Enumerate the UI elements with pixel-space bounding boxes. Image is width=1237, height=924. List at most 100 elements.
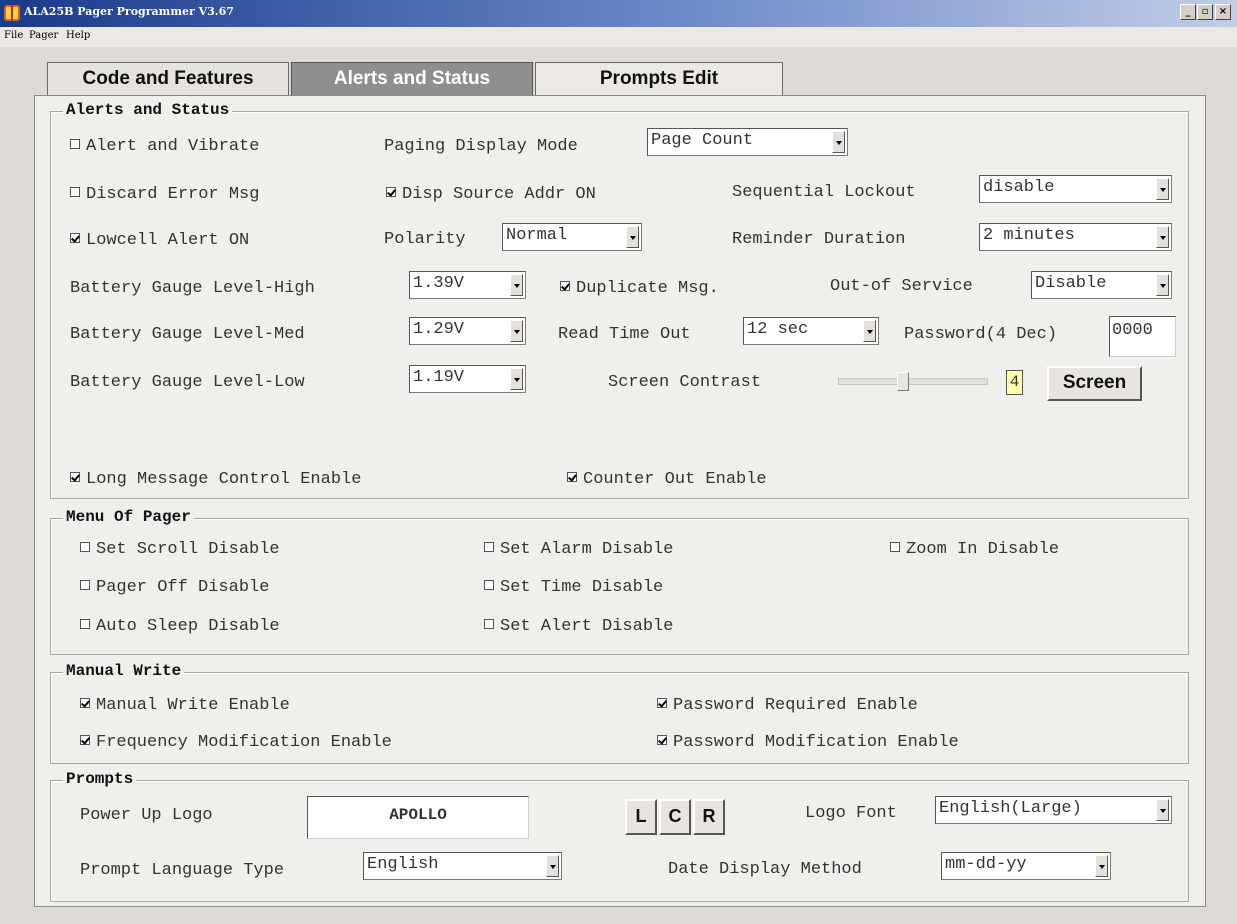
chevron-down-icon[interactable] [626,226,639,248]
chevron-down-icon[interactable] [1156,799,1169,821]
menu-help[interactable]: Help [66,30,90,41]
battery-high-select[interactable]: 1.39V [409,271,526,299]
pager-off-disable-checkbox[interactable]: Pager Off Disable [80,578,269,597]
checkbox-label: Set Alert Disable [500,617,674,636]
zoom-in-disable-checkbox[interactable]: Zoom In Disable [890,540,1059,559]
chevron-down-icon[interactable] [1156,226,1169,248]
select-value: 2 minutes [983,226,1075,245]
menu-bar: File Pager Help [0,27,1237,47]
select-value: 1.19V [413,368,465,387]
checkbox-box [657,735,667,745]
chevron-down-icon[interactable] [1095,855,1108,877]
select-value: 12 sec [747,320,809,339]
chevron-down-icon[interactable] [863,320,876,342]
checkbox-box [80,580,90,590]
align-right-button[interactable]: R [693,799,725,835]
set-time-disable-checkbox[interactable]: Set Time Disable [484,578,663,597]
close-button[interactable]: × [1215,4,1231,20]
checkbox-label: Pager Off Disable [96,578,270,597]
select-value: disable [983,178,1055,197]
maximize-button[interactable]: ▫ [1197,4,1213,20]
logo-font-label: Logo Font [805,804,897,823]
checkbox-label: Set Alarm Disable [500,540,674,559]
tab-prompts-edit[interactable]: Prompts Edit [535,62,783,95]
checkbox-label: Lowcell Alert ON [86,231,250,250]
screen-contrast-slider[interactable] [838,378,988,385]
tab-code-and-features[interactable]: Code and Features [47,62,289,95]
chevron-down-icon[interactable] [510,368,523,390]
battery-med-select[interactable]: 1.29V [409,317,526,345]
checkbox-box [657,698,667,708]
password-modification-checkbox[interactable]: Password Modification Enable [657,733,959,752]
date-display-label: Date Display Method [668,860,862,879]
duplicate-msg-checkbox[interactable]: Duplicate Msg. [560,279,719,298]
app-icon [4,5,20,21]
checkbox-label: Discard Error Msg [86,185,260,204]
date-display-select[interactable]: mm-dd-yy [941,852,1111,880]
battery-low-select[interactable]: 1.19V [409,365,526,393]
chevron-down-icon[interactable] [510,274,523,296]
chevron-down-icon[interactable] [1156,274,1169,296]
long-message-checkbox[interactable]: Long Message Control Enable [70,470,361,489]
set-alarm-disable-checkbox[interactable]: Set Alarm Disable [484,540,673,559]
manual-write-enable-checkbox[interactable]: Manual Write Enable [80,696,290,715]
slider-thumb[interactable] [897,372,909,391]
alert-vibrate-checkbox[interactable]: Alert and Vibrate [70,137,259,156]
select-value: Normal [506,226,568,245]
set-scroll-disable-checkbox[interactable]: Set Scroll Disable [80,540,280,559]
select-value: English [367,855,439,874]
checkbox-box [484,542,494,552]
prompt-language-select[interactable]: English [363,852,562,880]
chevron-down-icon[interactable] [510,320,523,342]
out-of-service-select[interactable]: Disable [1031,271,1172,299]
password-input[interactable]: 0000 [1109,316,1176,357]
checkbox-box [386,187,396,197]
prompts-title: Prompts [63,770,137,788]
tab-alerts-and-status[interactable]: Alerts and Status [291,62,533,95]
screen-button[interactable]: Screen [1047,366,1142,401]
window-title: ALA25B Pager Programmer V3.67 [24,5,234,18]
screen-contrast-label: Screen Contrast [608,373,762,392]
chevron-down-icon[interactable] [546,855,559,877]
battery-high-label: Battery Gauge Level-High [70,279,315,298]
password-label: Password(4 Dec) [904,325,1058,344]
select-value: English(Large) [939,799,1082,818]
lowcell-alert-checkbox[interactable]: Lowcell Alert ON [70,231,249,250]
checkbox-box [70,187,80,197]
checkbox-box [70,233,80,243]
counter-out-checkbox[interactable]: Counter Out Enable [567,470,767,489]
sequential-lockout-select[interactable]: disable [979,175,1172,203]
paging-display-mode-label: Paging Display Mode [384,137,578,156]
read-time-out-select[interactable]: 12 sec [743,317,879,345]
select-value: 1.39V [413,274,465,293]
checkbox-box [80,735,90,745]
menu-pager[interactable]: Pager [29,30,58,41]
out-of-service-label: Out-of Service [830,277,973,296]
checkbox-label: Counter Out Enable [583,470,767,489]
checkbox-label: Disp Source Addr ON [402,185,596,204]
contrast-value: 4 [1006,370,1023,395]
password-required-checkbox[interactable]: Password Required Enable [657,696,918,715]
align-left-button[interactable]: L [625,799,657,835]
disp-source-addr-checkbox[interactable]: Disp Source Addr ON [386,185,596,204]
polarity-select[interactable]: Normal [502,223,642,251]
chevron-down-icon[interactable] [832,131,845,153]
align-center-button[interactable]: C [659,799,691,835]
minimize-button[interactable]: _ [1180,4,1196,20]
menu-file[interactable]: File [4,30,23,41]
reminder-duration-select[interactable]: 2 minutes [979,223,1172,251]
battery-med-label: Battery Gauge Level-Med [70,325,305,344]
checkbox-box [80,698,90,708]
checkbox-label: Set Time Disable [500,578,664,597]
logo-font-select[interactable]: English(Large) [935,796,1172,824]
chevron-down-icon[interactable] [1156,178,1169,200]
auto-sleep-disable-checkbox[interactable]: Auto Sleep Disable [80,617,280,636]
paging-display-mode-select[interactable]: Page Count [647,128,848,156]
discard-error-checkbox[interactable]: Discard Error Msg [70,185,259,204]
checkbox-label: Frequency Modification Enable [96,733,392,752]
power-up-logo-input[interactable]: APOLLO [307,796,529,839]
set-alert-disable-checkbox[interactable]: Set Alert Disable [484,617,673,636]
power-up-logo-label: Power Up Logo [80,806,213,825]
frequency-modification-checkbox[interactable]: Frequency Modification Enable [80,733,392,752]
checkbox-box [567,472,577,482]
